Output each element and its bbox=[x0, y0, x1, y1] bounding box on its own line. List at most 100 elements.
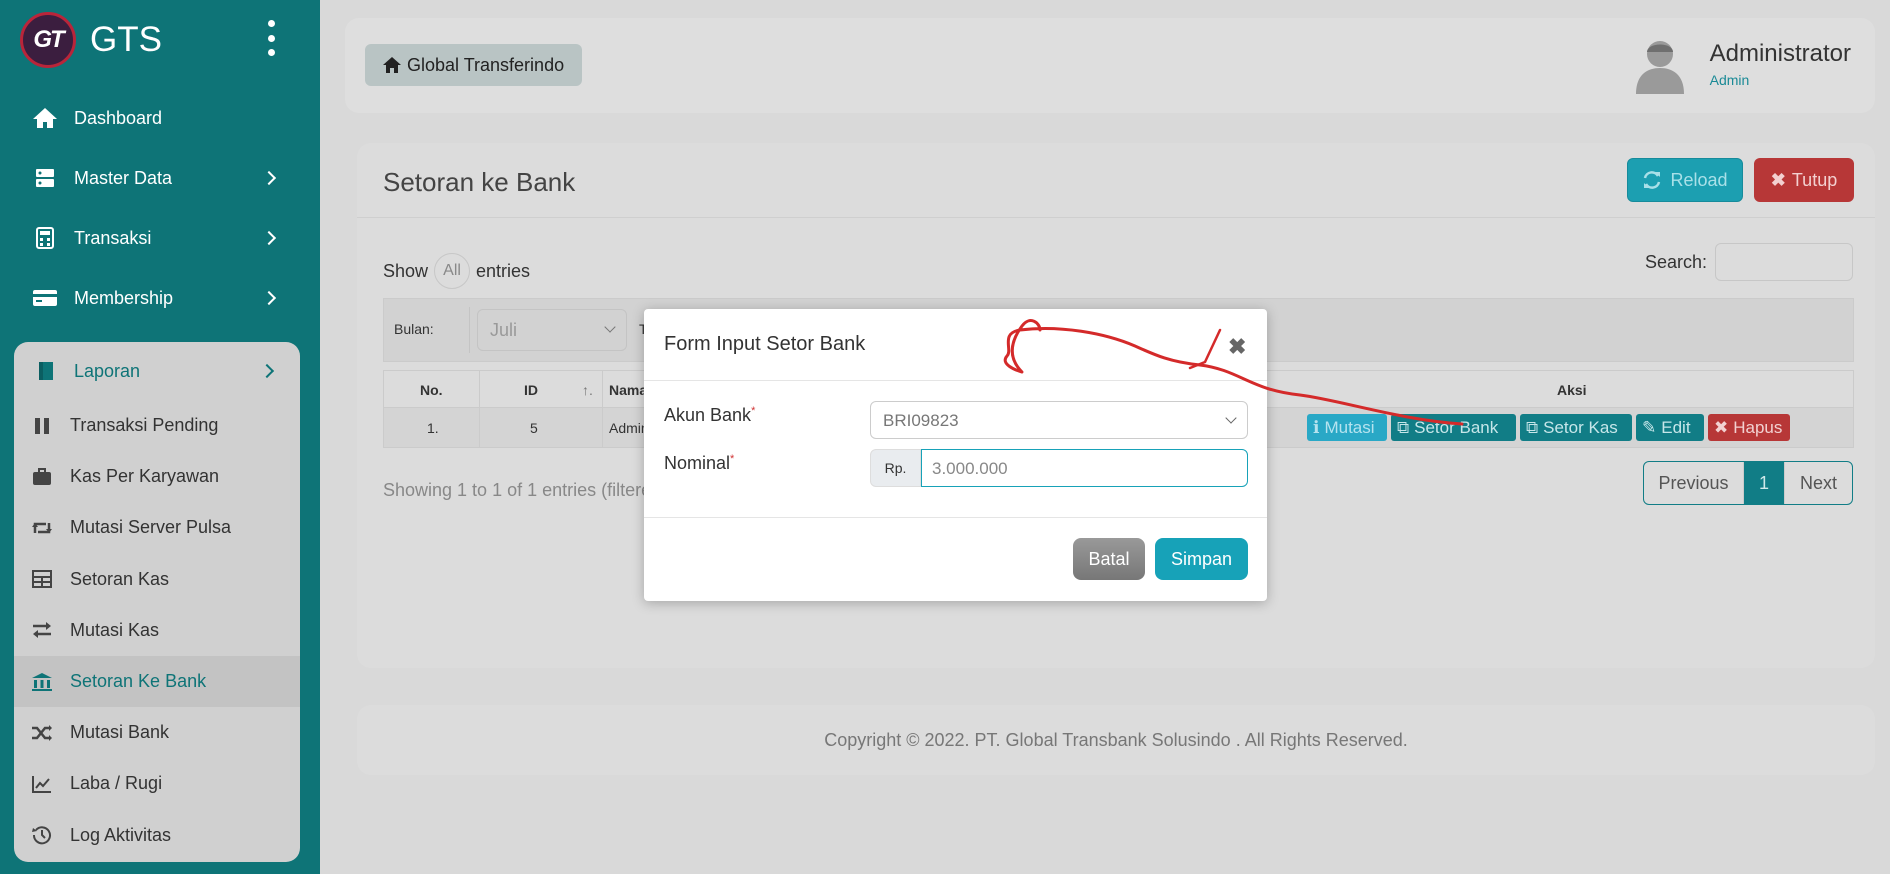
akun-bank-select[interactable]: BRI09823 bbox=[870, 401, 1248, 439]
divider bbox=[357, 217, 1875, 218]
brand[interactable]: GT GTS bbox=[20, 12, 162, 68]
sidebar-item-label: Log Aktivitas bbox=[70, 824, 172, 845]
tutup-label: Tutup bbox=[1791, 169, 1838, 190]
sidebar-item-transaksi-pending[interactable]: Transaksi Pending bbox=[14, 400, 300, 451]
edit-button[interactable]: ✎ Edit bbox=[1636, 414, 1704, 441]
sidebar-item-label: Setoran Kas bbox=[70, 568, 170, 589]
modal-title: Form Input Setor Bank bbox=[664, 333, 866, 355]
sidebar-item-label: Master Data bbox=[74, 167, 173, 188]
external-link-icon: ⧉ bbox=[1397, 417, 1410, 437]
sidebar-item-kas-per-karyawan[interactable]: Kas Per Karyawan bbox=[14, 451, 300, 502]
sidebar-item-mutasi-server-pulsa[interactable]: Mutasi Server Pulsa bbox=[14, 502, 300, 553]
sidebar-item-setoran-ke-bank[interactable]: Setoran Ke Bank bbox=[14, 655, 300, 708]
sidebar-item-transaksi[interactable]: Transaksi bbox=[0, 208, 320, 268]
setor-bank-button[interactable]: ⧉ Setor Bank bbox=[1391, 414, 1516, 441]
sidebar-item-label: Mutasi Kas bbox=[70, 619, 160, 640]
chevron-right-icon bbox=[261, 290, 277, 306]
home-icon bbox=[32, 107, 58, 129]
nominal-label: Nominal* bbox=[664, 453, 734, 474]
main-nav: Dashboard Master Data Transaksi Membersh… bbox=[0, 88, 320, 328]
col-nama[interactable]: Nama bbox=[609, 382, 647, 398]
bank-icon bbox=[30, 672, 54, 692]
user-menu[interactable]: Administrator Admin bbox=[1632, 34, 1851, 94]
chevron-right-icon bbox=[259, 363, 275, 379]
show-entries: Show All entries bbox=[383, 253, 530, 289]
briefcase-icon bbox=[30, 467, 54, 487]
search-input[interactable] bbox=[1715, 243, 1853, 281]
tutup-button[interactable]: ✖ Tutup bbox=[1754, 158, 1854, 202]
cell-nama: Admin bbox=[609, 420, 649, 436]
sidebar-item-label: Transaksi Pending bbox=[70, 415, 219, 436]
next-button[interactable]: Next bbox=[1784, 462, 1852, 504]
chevron-down-icon bbox=[1225, 412, 1237, 424]
nominal-label-text: Nominal bbox=[664, 453, 731, 473]
sidebar-item-membership[interactable]: Membership bbox=[0, 268, 320, 328]
kebab-menu-icon[interactable] bbox=[266, 20, 276, 56]
close-icon[interactable]: ✖ bbox=[1228, 334, 1246, 360]
currency-addon: Rp. bbox=[870, 449, 921, 487]
required-mark: * bbox=[730, 453, 735, 465]
sidebar-item-log-aktivitas[interactable]: Log Aktivitas bbox=[14, 810, 300, 861]
pause-icon bbox=[30, 416, 54, 436]
setor-bank-label: Setor Bank bbox=[1414, 417, 1499, 437]
sidebar: GT GTS Dashboard Master Data Transaksi M… bbox=[0, 0, 320, 874]
bulan-label: Bulan: bbox=[394, 321, 434, 337]
cell-no: 1. bbox=[427, 420, 439, 436]
sidebar-item-label: Laba / Rugi bbox=[70, 773, 163, 794]
line-chart-icon bbox=[30, 774, 54, 794]
bulan-value: Juli bbox=[490, 320, 518, 340]
table-icon bbox=[30, 569, 54, 589]
sidebar-item-label: Dashboard bbox=[74, 107, 163, 128]
col-id[interactable]: ID bbox=[524, 382, 538, 398]
page-1-button[interactable]: 1 bbox=[1744, 462, 1784, 504]
user-name: Administrator bbox=[1709, 40, 1851, 67]
external-link-icon: ⧉ bbox=[1526, 417, 1539, 437]
server-icon bbox=[32, 167, 58, 189]
divider bbox=[644, 517, 1267, 518]
footer: Copyright © 2022. PT. Global Transbank S… bbox=[357, 705, 1875, 775]
book-icon bbox=[34, 361, 58, 381]
pagination: Previous 1 Next bbox=[1643, 461, 1853, 505]
nominal-input[interactable]: 3.000.000 bbox=[921, 449, 1248, 487]
chevron-down-icon bbox=[604, 321, 616, 333]
breadcrumb[interactable]: Global Transferindo bbox=[365, 44, 583, 86]
search: Search: bbox=[1645, 243, 1853, 281]
sort-asc-icon: ↑. bbox=[582, 382, 593, 398]
sidebar-item-label: Mutasi Server Pulsa bbox=[70, 517, 232, 538]
sidebar-item-mutasi-bank[interactable]: Mutasi Bank bbox=[14, 707, 300, 758]
reload-label: Reload bbox=[1670, 169, 1728, 190]
entries-label: entries bbox=[476, 260, 531, 281]
akun-bank-label: Akun Bank* bbox=[664, 405, 755, 426]
sidebar-item-master-data[interactable]: Master Data bbox=[0, 148, 320, 208]
avatar bbox=[1635, 41, 1684, 94]
hapus-button[interactable]: ✖ Hapus bbox=[1708, 414, 1790, 441]
sidebar-item-label: Kas Per Karyawan bbox=[70, 466, 220, 487]
refresh-icon bbox=[1644, 171, 1661, 189]
mutasi-button[interactable]: ℹ Mutasi bbox=[1307, 414, 1387, 441]
divider bbox=[469, 307, 470, 353]
laporan-submenu: Laporan Transaksi Pending Kas Per Karyaw… bbox=[14, 342, 300, 862]
reload-button[interactable]: Reload bbox=[1627, 158, 1743, 202]
sidebar-item-label: Membership bbox=[74, 287, 174, 308]
random-icon bbox=[30, 723, 54, 743]
brand-name: GTS bbox=[90, 20, 162, 59]
required-mark: * bbox=[751, 405, 756, 417]
sidebar-item-dashboard[interactable]: Dashboard bbox=[0, 88, 320, 148]
batal-button[interactable]: Batal bbox=[1073, 538, 1145, 580]
col-no[interactable]: No. bbox=[420, 382, 443, 398]
show-label: Show bbox=[383, 260, 429, 281]
sidebar-item-setoran-kas[interactable]: Setoran Kas bbox=[14, 554, 300, 605]
bulan-select[interactable]: Juli bbox=[477, 309, 627, 351]
chevron-right-icon bbox=[261, 170, 277, 186]
sidebar-item-laba-rugi[interactable]: Laba / Rugi bbox=[14, 758, 300, 809]
setor-kas-button[interactable]: ⧉ Setor Kas bbox=[1520, 414, 1632, 441]
simpan-button[interactable]: Simpan bbox=[1155, 538, 1248, 580]
sidebar-item-laporan[interactable]: Laporan bbox=[14, 342, 300, 400]
hapus-label: Hapus bbox=[1733, 417, 1783, 437]
exchange-icon bbox=[30, 620, 54, 640]
entries-select[interactable]: All bbox=[434, 253, 471, 289]
retweet-icon bbox=[30, 518, 54, 538]
chevron-right-icon bbox=[261, 230, 277, 246]
sidebar-item-mutasi-kas[interactable]: Mutasi Kas bbox=[14, 605, 300, 656]
previous-button[interactable]: Previous bbox=[1644, 462, 1744, 504]
